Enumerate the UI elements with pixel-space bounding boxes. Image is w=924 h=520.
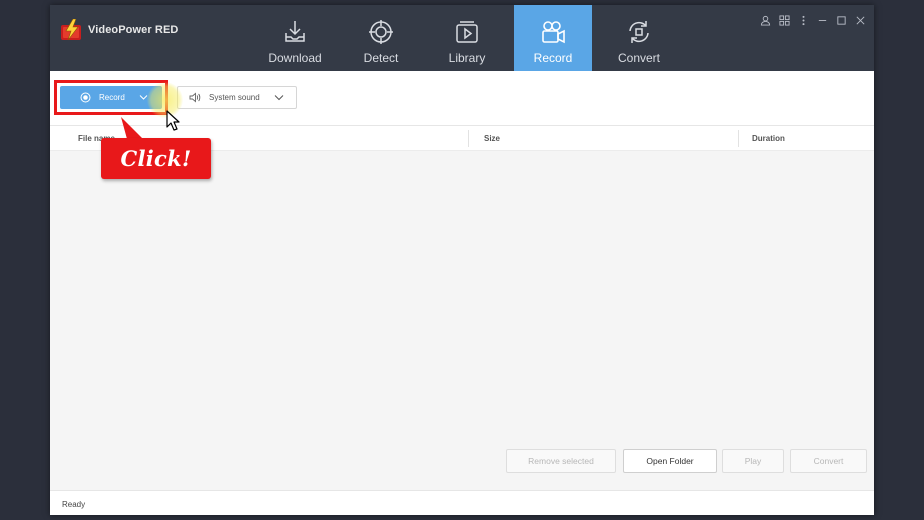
detect-icon [369,20,393,44]
app-window: VideoPower RED Download Detect Library R… [50,5,874,515]
library-icon [456,21,478,43]
chevron-down-icon [139,95,148,100]
convert-icon [629,21,649,43]
play-button[interactable]: Play [722,449,784,473]
record-icon [80,92,91,103]
tab-detect-label: Detect [363,51,399,65]
remove-selected-button[interactable]: Remove selected [506,449,616,473]
more-icon[interactable] [797,14,809,26]
record-button[interactable]: Record [60,86,162,109]
grid-icon[interactable] [778,14,790,26]
convert-button[interactable]: Convert [790,449,867,473]
title-bar: VideoPower RED Download Detect Library R… [50,5,874,71]
record-camera-icon [542,21,565,44]
user-icon[interactable] [759,14,771,26]
tab-library-label: Library [448,51,486,65]
close-icon[interactable] [854,14,866,26]
record-button-label: Record [99,93,125,102]
mouse-cursor-icon [166,110,180,131]
tab-convert[interactable]: Convert [596,5,682,71]
tab-detect[interactable]: Detect [338,5,424,71]
click-callout: Click! [101,138,211,179]
main-tabs: Download Detect Library Record Convert [252,5,682,71]
tab-convert-label: Convert [617,51,661,65]
app-logo: VideoPower RED [60,19,178,41]
tab-record[interactable]: Record [514,5,592,71]
tab-library[interactable]: Library [424,5,510,71]
status-bar: Ready [50,490,874,515]
download-icon [285,21,305,42]
tab-download[interactable]: Download [252,5,338,71]
file-table-body[interactable] [50,151,874,490]
open-folder-button[interactable]: Open Folder [623,449,717,473]
window-controls [759,14,866,26]
column-divider[interactable] [468,130,469,147]
status-text: Ready [62,500,86,509]
maximize-icon[interactable] [835,14,847,26]
system-sound-dropdown[interactable]: System sound [177,86,297,109]
tab-download-label: Download [268,51,322,65]
chevron-down-icon [274,95,284,101]
app-logo-icon [61,19,81,41]
app-title: VideoPower RED [88,24,179,36]
column-size[interactable]: Size [484,134,500,143]
system-sound-label: System sound [209,93,260,102]
column-duration[interactable]: Duration [752,134,785,143]
tab-record-label: Record [533,51,573,65]
minimize-icon[interactable] [816,14,828,26]
callout-text: Click! [120,146,192,171]
column-divider[interactable] [738,130,739,147]
speaker-icon [189,92,201,103]
